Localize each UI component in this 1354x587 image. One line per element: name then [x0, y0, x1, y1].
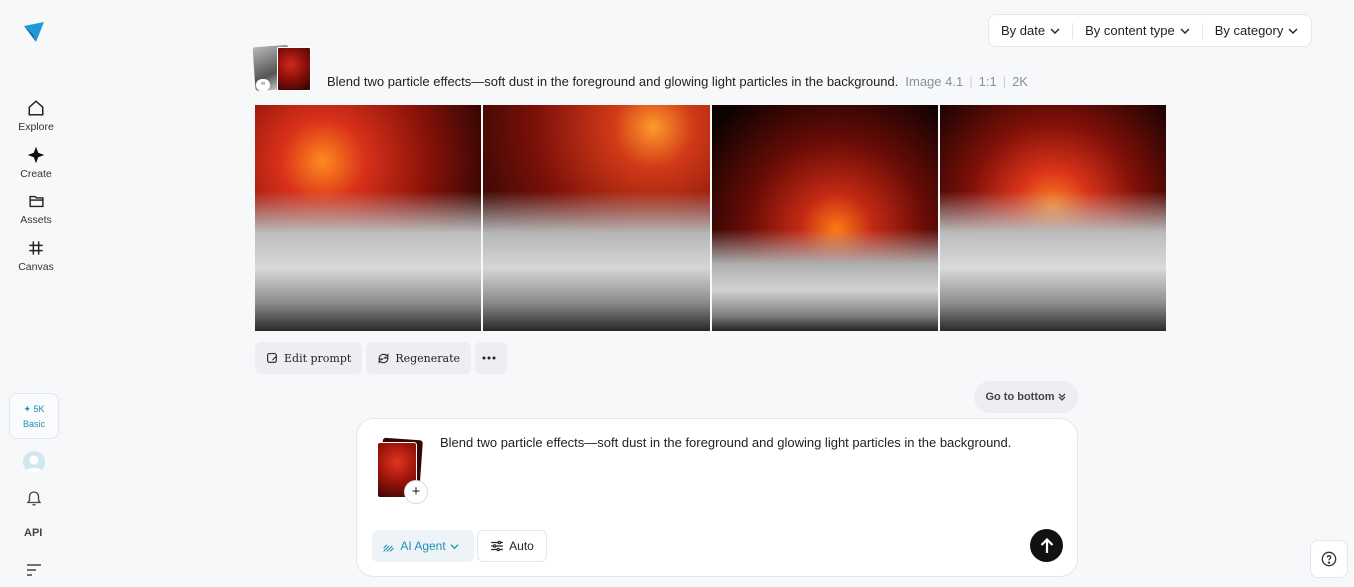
prompt-composer: + Blend two particle effects—soft dust i…: [356, 418, 1078, 577]
send-button[interactable]: [1030, 529, 1063, 562]
filter-by-content-type[interactable]: By content type: [1073, 15, 1202, 46]
avatar[interactable]: [23, 451, 45, 473]
generated-images: [255, 105, 1166, 331]
regenerate-label: Regenerate: [395, 351, 461, 365]
separator: |: [969, 74, 973, 89]
sparkle-icon: [26, 145, 46, 165]
generated-image[interactable]: [255, 105, 482, 331]
logo-icon[interactable]: [22, 20, 46, 44]
generated-image[interactable]: [711, 105, 938, 331]
filter-by-date[interactable]: By date: [989, 15, 1072, 46]
bell-icon[interactable]: [25, 489, 43, 507]
reference-image[interactable]: +: [377, 437, 428, 504]
more-options-button[interactable]: [475, 342, 508, 374]
sliders-icon: [491, 540, 503, 552]
more-horizontal-icon: [482, 356, 496, 360]
arrow-up-icon: [1040, 537, 1053, 553]
generation-prompt: Blend two particle effects—soft dust in …: [327, 74, 899, 89]
chevron-down-icon: [1050, 28, 1060, 34]
reference-image-fire: [277, 47, 311, 91]
wand-icon: [383, 543, 395, 552]
aspect-ratio-label: 1:1: [978, 74, 997, 89]
generation-prompt-line: Blend two particle effects—soft dust in …: [327, 74, 1028, 89]
help-button[interactable]: [1310, 540, 1348, 578]
sidebar-item-label: Explore: [18, 121, 54, 133]
prompt-input[interactable]: Blend two particle effects—soft dust in …: [440, 435, 1011, 450]
regenerate-button[interactable]: Regenerate: [366, 342, 472, 374]
api-link[interactable]: API: [24, 527, 42, 539]
filter-label: By content type: [1085, 23, 1175, 38]
auto-label: Auto: [509, 539, 534, 553]
chevron-down-icon: [1180, 28, 1190, 34]
credits-amount: ✦ 5K: [23, 403, 45, 414]
menu-icon[interactable]: [26, 563, 42, 577]
ai-agent-label: AI Agent: [400, 539, 446, 553]
help-icon: [1321, 551, 1337, 567]
chevron-down-icon: [450, 543, 459, 549]
credits-badge[interactable]: ✦ 5K Basic: [9, 393, 59, 439]
generation-actions: Edit prompt Regenerate: [255, 342, 508, 374]
sidebar-item-label: Create: [20, 168, 52, 180]
go-to-bottom-label: Go to bottom: [985, 391, 1055, 403]
sidebar-item-label: Assets: [20, 214, 52, 226]
sidebar-item-canvas[interactable]: Canvas: [0, 238, 72, 273]
add-reference-button[interactable]: +: [404, 480, 428, 504]
sidebar-item-explore[interactable]: Explore: [0, 98, 72, 133]
sidebar-item-assets[interactable]: Assets: [0, 191, 72, 226]
hash-icon: [26, 238, 46, 258]
sidebar: Explore Create Assets Canvas ✦ 5K Basic …: [0, 0, 72, 587]
filter-label: By date: [1001, 23, 1046, 38]
edit-icon: [267, 352, 278, 363]
filter-label: By category: [1214, 23, 1284, 38]
folder-icon: [26, 191, 46, 211]
model-label: Image 4.1: [905, 74, 964, 89]
separator: |: [1002, 74, 1007, 89]
filter-by-category[interactable]: By category: [1203, 15, 1311, 46]
edit-prompt-label: Edit prompt: [284, 351, 352, 365]
reference-thumbnails[interactable]: ❝: [252, 44, 312, 92]
generated-image[interactable]: [939, 105, 1166, 331]
quote-icon: ❝: [256, 79, 270, 91]
auto-settings-button[interactable]: Auto: [477, 530, 547, 562]
chevron-down-icon: [1288, 28, 1298, 34]
sidebar-item-label: Canvas: [18, 261, 54, 273]
edit-prompt-button[interactable]: Edit prompt: [255, 342, 363, 374]
home-icon: [26, 98, 46, 118]
ai-agent-dropdown[interactable]: AI Agent: [372, 530, 474, 562]
filter-bar: By date By content type By category: [988, 14, 1312, 47]
resolution-label: 2K: [1012, 74, 1028, 89]
go-to-bottom-button[interactable]: Go to bottom: [974, 381, 1078, 413]
refresh-icon: [378, 352, 389, 364]
chevrons-down-icon: [1058, 393, 1065, 401]
sidebar-item-create[interactable]: Create: [0, 145, 72, 180]
generated-image[interactable]: [483, 105, 710, 331]
plan-label: Basic: [22, 418, 45, 429]
